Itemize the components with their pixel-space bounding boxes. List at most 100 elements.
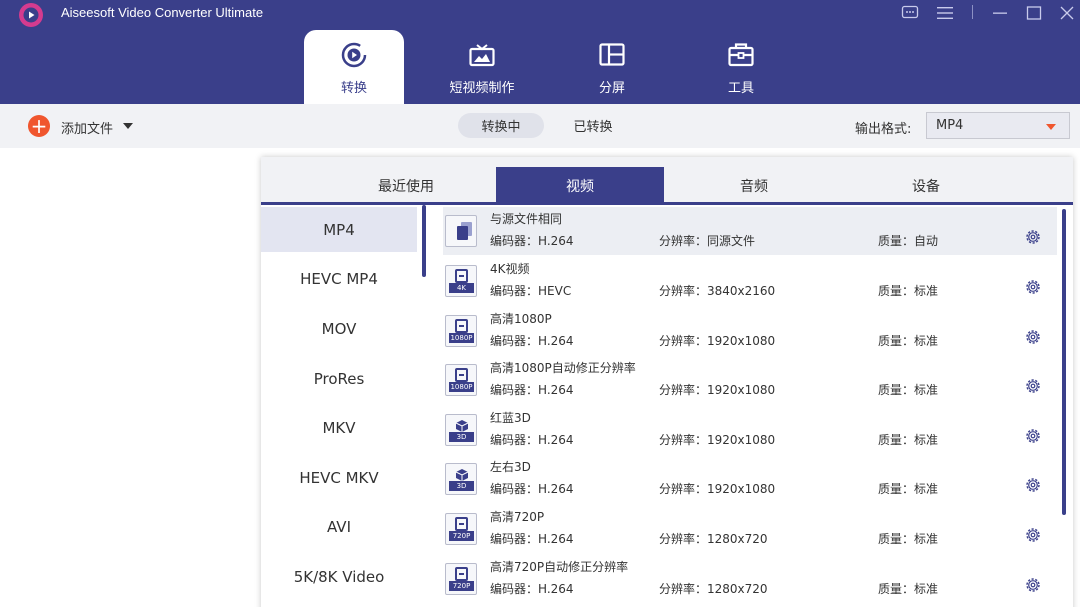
preset-resolution: 分辨率：1920x1080 xyxy=(659,383,776,397)
preset-encoder: 编码器：H.264 xyxy=(490,482,574,496)
preset-quality: 质量：标准 xyxy=(878,582,939,596)
preset-same-as-source[interactable]: 与源文件相同 编码器：H.264 分辨率：同源文件 质量：自动 xyxy=(443,207,1057,255)
format-item-avi[interactable]: AVI xyxy=(261,504,417,549)
format-item-prores[interactable]: ProRes xyxy=(261,356,417,401)
maximize-icon[interactable] xyxy=(1024,3,1044,23)
same-as-source-icon xyxy=(445,215,477,247)
menu-icon[interactable] xyxy=(935,3,955,23)
preset-encoder: 编码器：HEVC xyxy=(490,284,572,298)
dropdown-arrow-icon xyxy=(1046,124,1056,130)
tab-toolbox-label: 工具 xyxy=(727,81,754,96)
preset-badge: 4K xyxy=(449,283,474,293)
tab-collage[interactable]: 分屏 xyxy=(562,30,662,104)
settings-gear-icon[interactable] xyxy=(1024,576,1042,594)
video-3d-icon: 3D xyxy=(445,463,477,495)
preset-hd-1080p-auto[interactable]: 1080P 高清1080P自动修正分辨率 编码器：H.264 分辨率：1920x… xyxy=(443,356,1057,404)
format-list-scrollbar[interactable] xyxy=(422,205,426,277)
tab-toolbox[interactable]: 工具 xyxy=(691,30,791,104)
preset-badge: 720P xyxy=(449,581,474,591)
format-item-hevc-mp4[interactable]: HEVC MP4 xyxy=(261,256,417,301)
preset-quality: 质量：标准 xyxy=(878,532,939,546)
tab-mv[interactable]: 短视频制作 xyxy=(432,30,532,104)
preset-badge: 1080P xyxy=(449,382,474,392)
preset-resolution: 分辨率：1920x1080 xyxy=(659,334,776,348)
preset-quality: 质量：标准 xyxy=(878,334,939,348)
convert-toolbar: + 添加文件 转换中 已转换 输出格式: MP4 xyxy=(0,104,1080,148)
format-item-mkv[interactable]: MKV xyxy=(261,405,417,450)
settings-gear-icon[interactable] xyxy=(1024,526,1042,544)
preset-resolution: 分辨率：1280x720 xyxy=(659,532,768,546)
settings-gear-icon[interactable] xyxy=(1024,278,1042,296)
video-4k-icon: 4K xyxy=(445,265,477,297)
preset-encoder: 编码器：H.264 xyxy=(490,234,574,248)
tab-converting[interactable]: 转换中 xyxy=(458,113,544,138)
preset-quality: 质量：标准 xyxy=(878,284,939,298)
minimize-icon[interactable] xyxy=(990,3,1010,23)
video-1080p-icon: 1080P xyxy=(445,315,477,347)
format-item-hevc-mkv[interactable]: HEVC MKV xyxy=(261,455,417,500)
preset-list-scrollbar[interactable] xyxy=(1062,209,1066,515)
preset-badge: 3D xyxy=(449,432,474,442)
tab-device[interactable]: 设备 xyxy=(846,167,1006,205)
format-item-mov[interactable]: MOV xyxy=(261,306,417,351)
settings-gear-icon[interactable] xyxy=(1024,328,1042,346)
preset-hd-1080p[interactable]: 1080P 高清1080P 编码器：H.264 分辨率：1920x1080 质量… xyxy=(443,307,1057,355)
tab-audio[interactable]: 音频 xyxy=(674,167,834,205)
format-item-5k8k[interactable]: 5K/8K Video xyxy=(261,554,417,599)
preset-resolution: 分辨率：同源文件 xyxy=(659,234,756,248)
preset-name: 高清720P xyxy=(490,510,545,524)
tab-collage-label: 分屏 xyxy=(598,81,625,96)
preset-hd-720p[interactable]: 720P 高清720P 编码器：H.264 分辨率：1280x720 质量：标准 xyxy=(443,505,1057,553)
preset-encoder: 编码器：H.264 xyxy=(490,582,574,596)
preset-encoder: 编码器：H.264 xyxy=(490,334,574,348)
feedback-icon[interactable] xyxy=(900,3,920,23)
video-3d-icon: 3D xyxy=(445,414,477,446)
output-format-select[interactable]: MP4 xyxy=(926,112,1070,139)
preset-quality: 质量：标准 xyxy=(878,433,939,447)
preset-badge: 3D xyxy=(449,481,474,491)
preset-list: 与源文件相同 编码器：H.264 分辨率：同源文件 质量：自动 4K 4K视频 … xyxy=(431,205,1073,607)
format-panel: 最近使用 视频 音频 设备 MP4 HEVC MP4 MOV ProRes MK… xyxy=(261,157,1073,607)
settings-gear-icon[interactable] xyxy=(1024,228,1042,246)
close-icon[interactable] xyxy=(1057,3,1077,23)
settings-gear-icon[interactable] xyxy=(1024,427,1042,445)
title-bar-divider xyxy=(972,5,973,19)
title-bar: Aiseesoft Video Converter Ultimate 转换 短视… xyxy=(0,0,1080,104)
preset-name: 高清720P自动修正分辨率 xyxy=(490,560,629,574)
preset-name: 高清1080P xyxy=(490,312,552,326)
tab-convert[interactable]: 转换 xyxy=(304,30,404,104)
preset-quality: 质量：标准 xyxy=(878,383,939,397)
settings-gear-icon[interactable] xyxy=(1024,476,1042,494)
preset-badge: 720P xyxy=(449,531,474,541)
video-720p-icon: 720P xyxy=(445,513,477,545)
preset-resolution: 分辨率：1920x1080 xyxy=(659,433,776,447)
preset-4k[interactable]: 4K 4K视频 编码器：HEVC 分辨率：3840x2160 质量：标准 xyxy=(443,257,1057,305)
video-720p-icon: 720P xyxy=(445,563,477,595)
add-files-label[interactable]: 添加文件 xyxy=(61,118,113,137)
mv-icon xyxy=(467,40,497,70)
preset-quality: 质量：自动 xyxy=(878,234,939,248)
add-files-button[interactable]: + xyxy=(28,115,50,137)
tab-video[interactable]: 视频 xyxy=(496,167,664,205)
format-category-tabs: 最近使用 视频 音频 设备 xyxy=(261,157,1073,205)
preset-hd-720p-auto[interactable]: 720P 高清720P自动修正分辨率 编码器：H.264 分辨率：1280x72… xyxy=(443,555,1057,603)
preset-name: 高清1080P自动修正分辨率 xyxy=(490,361,636,375)
settings-gear-icon[interactable] xyxy=(1024,377,1042,395)
format-list: MP4 HEVC MP4 MOV ProRes MKV HEVC MKV AVI… xyxy=(261,205,426,607)
tab-recent[interactable]: 最近使用 xyxy=(326,167,486,205)
chevron-down-icon[interactable] xyxy=(123,123,133,129)
preset-resolution: 分辨率：3840x2160 xyxy=(659,284,776,298)
video-1080p-icon: 1080P xyxy=(445,364,477,396)
preset-side-by-side-3d[interactable]: 3D 左右3D 编码器：H.264 分辨率：1920x1080 质量：标准 xyxy=(443,455,1057,503)
toolbox-icon xyxy=(726,40,756,70)
preset-badge: 1080P xyxy=(449,333,474,343)
preset-encoder: 编码器：H.264 xyxy=(490,532,574,546)
tab-converted[interactable]: 已转换 xyxy=(560,113,626,138)
output-format-label: 输出格式: xyxy=(855,122,912,137)
app-logo-icon xyxy=(19,3,43,27)
preset-resolution: 分辨率：1280x720 xyxy=(659,582,768,596)
format-item-mp4[interactable]: MP4 xyxy=(261,207,417,252)
tab-mv-label: 短视频制作 xyxy=(449,81,515,96)
preset-red-blue-3d[interactable]: 3D 红蓝3D 编码器：H.264 分辨率：1920x1080 质量：标准 xyxy=(443,406,1057,454)
preset-encoder: 编码器：H.264 xyxy=(490,383,574,397)
